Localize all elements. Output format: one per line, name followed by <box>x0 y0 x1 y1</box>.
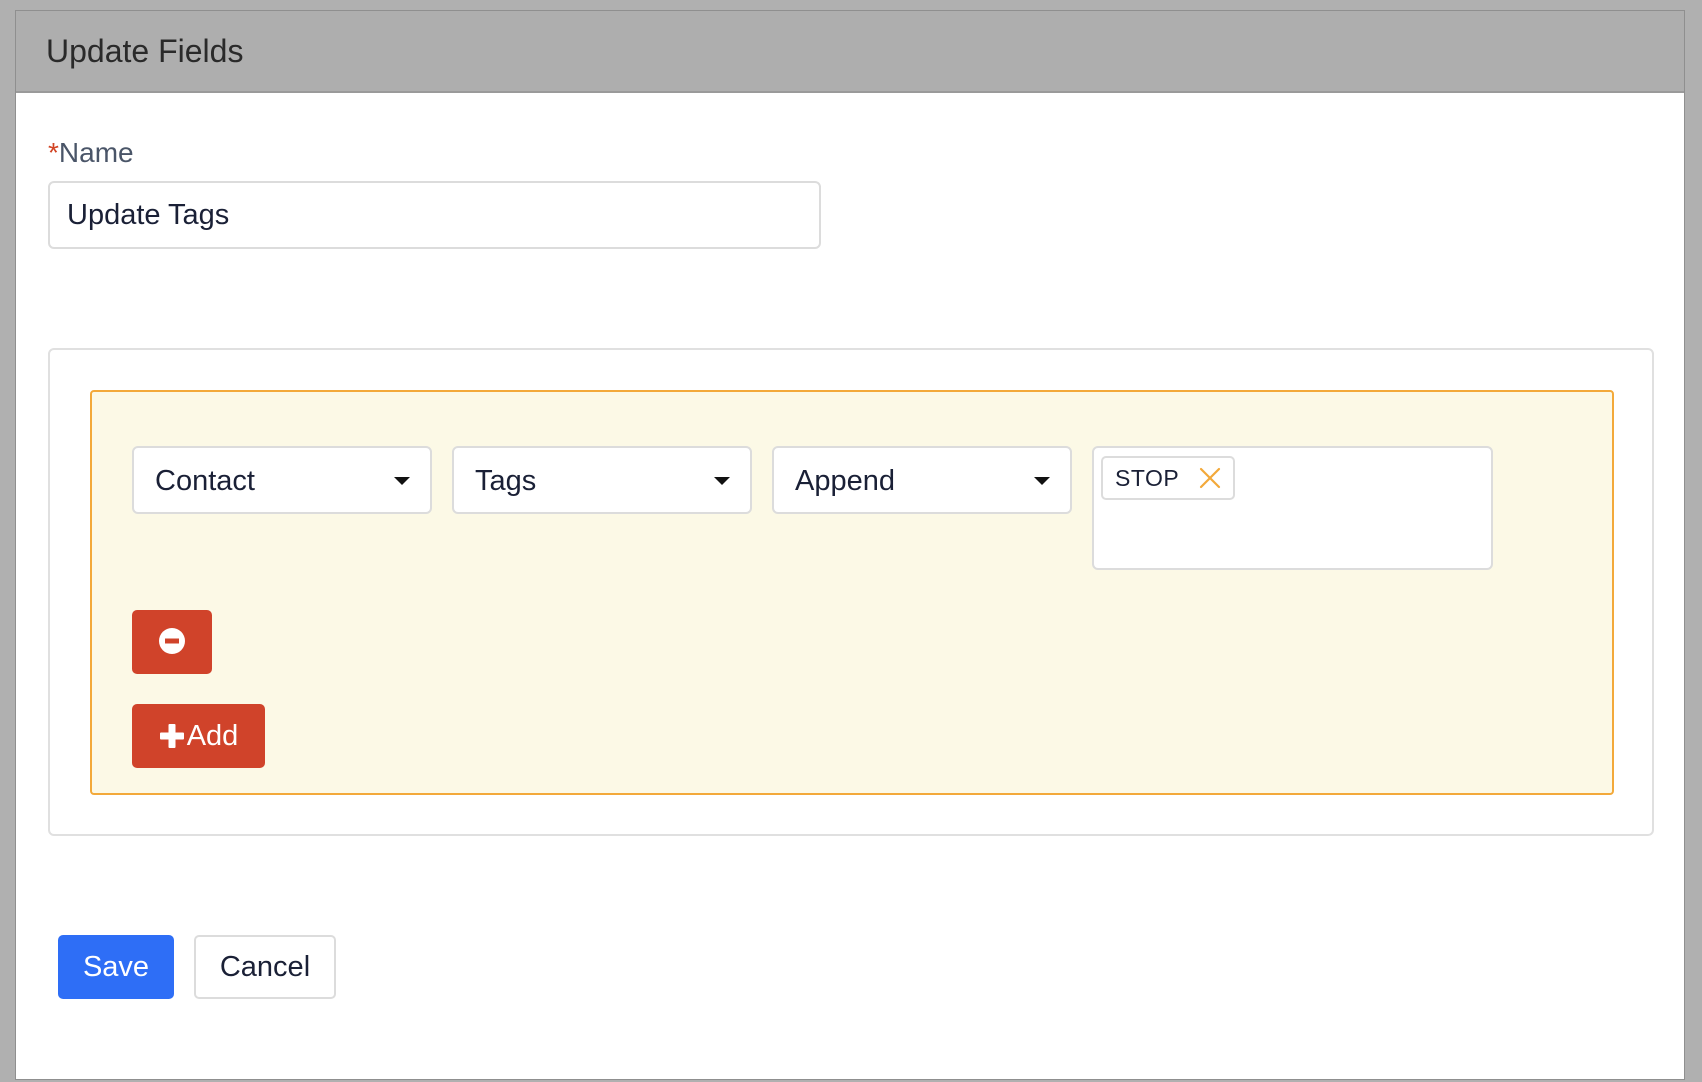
add-button-label: Add <box>186 719 239 752</box>
required-mark: * <box>48 137 59 168</box>
dialog-header: Update Fields <box>16 11 1684 93</box>
chevron-down-icon <box>394 477 410 485</box>
plus-icon <box>159 723 185 749</box>
name-label: *Name <box>48 137 134 169</box>
dialog-title: Update Fields <box>46 33 244 69</box>
rule-panel: Contact Tags Append STOP Add <box>90 390 1614 795</box>
remove-rule-button[interactable] <box>132 610 212 674</box>
name-input[interactable] <box>48 181 821 249</box>
field-select-value: Tags <box>475 465 537 497</box>
field-select[interactable]: Tags <box>452 446 752 514</box>
name-label-text: Name <box>58 137 134 168</box>
close-icon[interactable] <box>1199 467 1221 489</box>
cancel-button[interactable]: Cancel <box>194 935 336 999</box>
add-rule-button[interactable]: Add <box>132 704 265 768</box>
operation-select[interactable]: Append <box>772 446 1072 514</box>
tags-input[interactable]: STOP <box>1092 446 1493 570</box>
chevron-down-icon <box>1034 477 1050 485</box>
operation-select-value: Append <box>795 465 895 497</box>
object-select[interactable]: Contact <box>132 446 432 514</box>
chevron-down-icon <box>714 477 730 485</box>
rules-container: Contact Tags Append STOP Add <box>48 348 1654 836</box>
tag-label: STOP <box>1115 464 1180 491</box>
tag-chip: STOP <box>1101 456 1236 500</box>
minus-circle-icon <box>158 627 186 658</box>
object-select-value: Contact <box>155 465 255 497</box>
save-button[interactable]: Save <box>58 935 174 999</box>
update-fields-dialog: Update Fields *Name Contact Tags Append … <box>15 10 1685 1080</box>
